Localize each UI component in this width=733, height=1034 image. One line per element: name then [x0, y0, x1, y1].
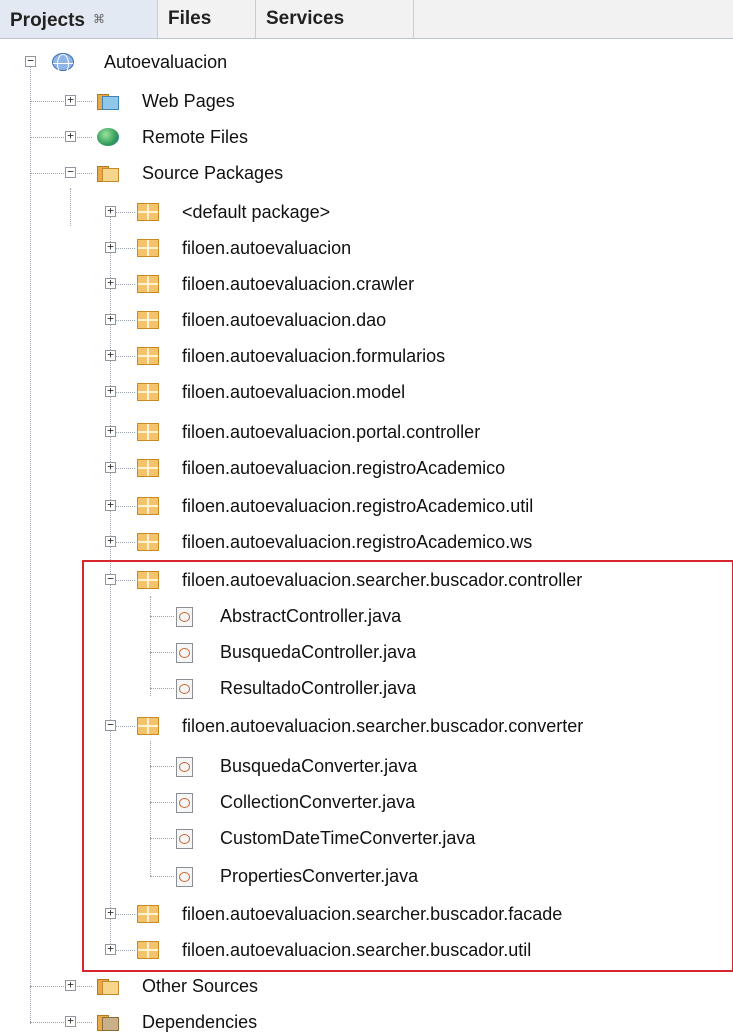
package-row[interactable]: + filoen.autoevaluacion.registroAcademic…	[0, 524, 733, 560]
package-icon	[137, 533, 159, 551]
package-row[interactable]: + <default package>	[0, 194, 733, 230]
package-label: filoen.autoevaluacion.dao	[182, 310, 387, 330]
package-row[interactable]: + filoen.autoevaluacion.registroAcademic…	[0, 488, 733, 524]
package-row[interactable]: + filoen.autoevaluacion.portal.controlle…	[0, 414, 733, 450]
tree-node-web-pages[interactable]: + Web Pages	[0, 83, 733, 119]
package-row[interactable]: + filoen.autoevaluacion.dao	[0, 302, 733, 338]
package-icon	[137, 497, 159, 515]
collapse-toggle[interactable]: −	[65, 166, 76, 178]
expand-toggle[interactable]: +	[105, 461, 116, 473]
tree-node-remote-files[interactable]: + Remote Files	[0, 119, 733, 155]
expand-toggle[interactable]: +	[105, 205, 116, 217]
tab-services-label: Services	[266, 8, 345, 29]
expand-toggle[interactable]: +	[65, 94, 76, 106]
tree-line	[30, 137, 92, 138]
package-label: filoen.autoevaluacion.registroAcademico.…	[182, 496, 534, 516]
package-label: filoen.autoevaluacion.crawler	[182, 274, 415, 294]
collapse-toggle[interactable]: −	[25, 55, 36, 67]
remote-files-label: Remote Files	[142, 127, 249, 147]
dependencies-label: Dependencies	[142, 1012, 258, 1032]
tree-line	[30, 173, 92, 174]
other-sources-folder-icon	[97, 977, 119, 995]
package-row[interactable]: + filoen.autoevaluacion.formularios	[0, 338, 733, 374]
package-icon	[137, 239, 159, 257]
package-icon	[137, 423, 159, 441]
package-icon	[137, 203, 159, 221]
package-icon	[137, 275, 159, 293]
expand-toggle[interactable]: +	[105, 241, 116, 253]
source-packages-label: Source Packages	[142, 163, 284, 183]
expand-toggle[interactable]: +	[105, 425, 116, 437]
package-label: filoen.autoevaluacion.portal.controller	[182, 422, 481, 442]
package-row[interactable]: + filoen.autoevaluacion.registroAcademic…	[0, 450, 733, 486]
tab-services[interactable]: Services	[256, 0, 414, 38]
expand-toggle[interactable]: +	[65, 979, 76, 991]
tab-close-icon[interactable]: ⌘	[93, 12, 105, 26]
other-sources-label: Other Sources	[142, 976, 259, 996]
tab-bar: Projects ⌘ Files Services	[0, 0, 733, 39]
package-label: filoen.autoevaluacion.formularios	[182, 346, 446, 366]
source-folder-icon	[97, 164, 119, 182]
tree-node-project[interactable]: − Autoevaluacion	[0, 44, 733, 80]
package-label: filoen.autoevaluacion.model	[182, 382, 406, 402]
web-pages-label: Web Pages	[142, 91, 235, 111]
expand-toggle[interactable]: +	[105, 349, 116, 361]
tab-projects-label: Projects	[10, 10, 85, 31]
expand-toggle[interactable]: +	[65, 1015, 76, 1027]
tab-files-label: Files	[168, 8, 212, 29]
tree-line	[30, 986, 92, 987]
package-label: filoen.autoevaluacion.registroAcademico	[182, 458, 506, 478]
expand-toggle[interactable]: +	[105, 385, 116, 397]
remote-files-icon	[97, 128, 119, 146]
highlight-box	[82, 560, 733, 972]
package-icon	[137, 383, 159, 401]
package-icon	[137, 459, 159, 477]
tree-node-source-packages[interactable]: − Source Packages	[0, 155, 733, 191]
tree-line	[30, 1022, 92, 1023]
expand-toggle[interactable]: +	[105, 277, 116, 289]
tree-node-other-sources[interactable]: + Other Sources	[0, 968, 733, 1004]
expand-toggle[interactable]: +	[105, 499, 116, 511]
expand-toggle[interactable]: +	[105, 313, 116, 325]
dependencies-folder-icon	[97, 1013, 119, 1031]
package-row[interactable]: + filoen.autoevaluacion.crawler	[0, 266, 733, 302]
package-row[interactable]: + filoen.autoevaluacion	[0, 230, 733, 266]
tree-node-dependencies[interactable]: + Dependencies	[0, 1004, 733, 1034]
expand-toggle[interactable]: +	[65, 130, 76, 142]
package-icon	[137, 347, 159, 365]
package-row[interactable]: + filoen.autoevaluacion.model	[0, 374, 733, 410]
expand-toggle[interactable]: +	[105, 535, 116, 547]
package-label: filoen.autoevaluacion	[182, 238, 352, 258]
package-label: filoen.autoevaluacion.registroAcademico.…	[182, 532, 533, 552]
package-icon	[137, 311, 159, 329]
project-globe-icon	[52, 53, 74, 74]
tree-line	[30, 101, 92, 102]
package-label: <default package>	[182, 202, 331, 222]
project-label: Autoevaluacion	[104, 52, 228, 72]
web-folder-icon	[97, 92, 119, 110]
tab-files[interactable]: Files	[158, 0, 256, 38]
tab-projects[interactable]: Projects ⌘	[0, 0, 158, 38]
